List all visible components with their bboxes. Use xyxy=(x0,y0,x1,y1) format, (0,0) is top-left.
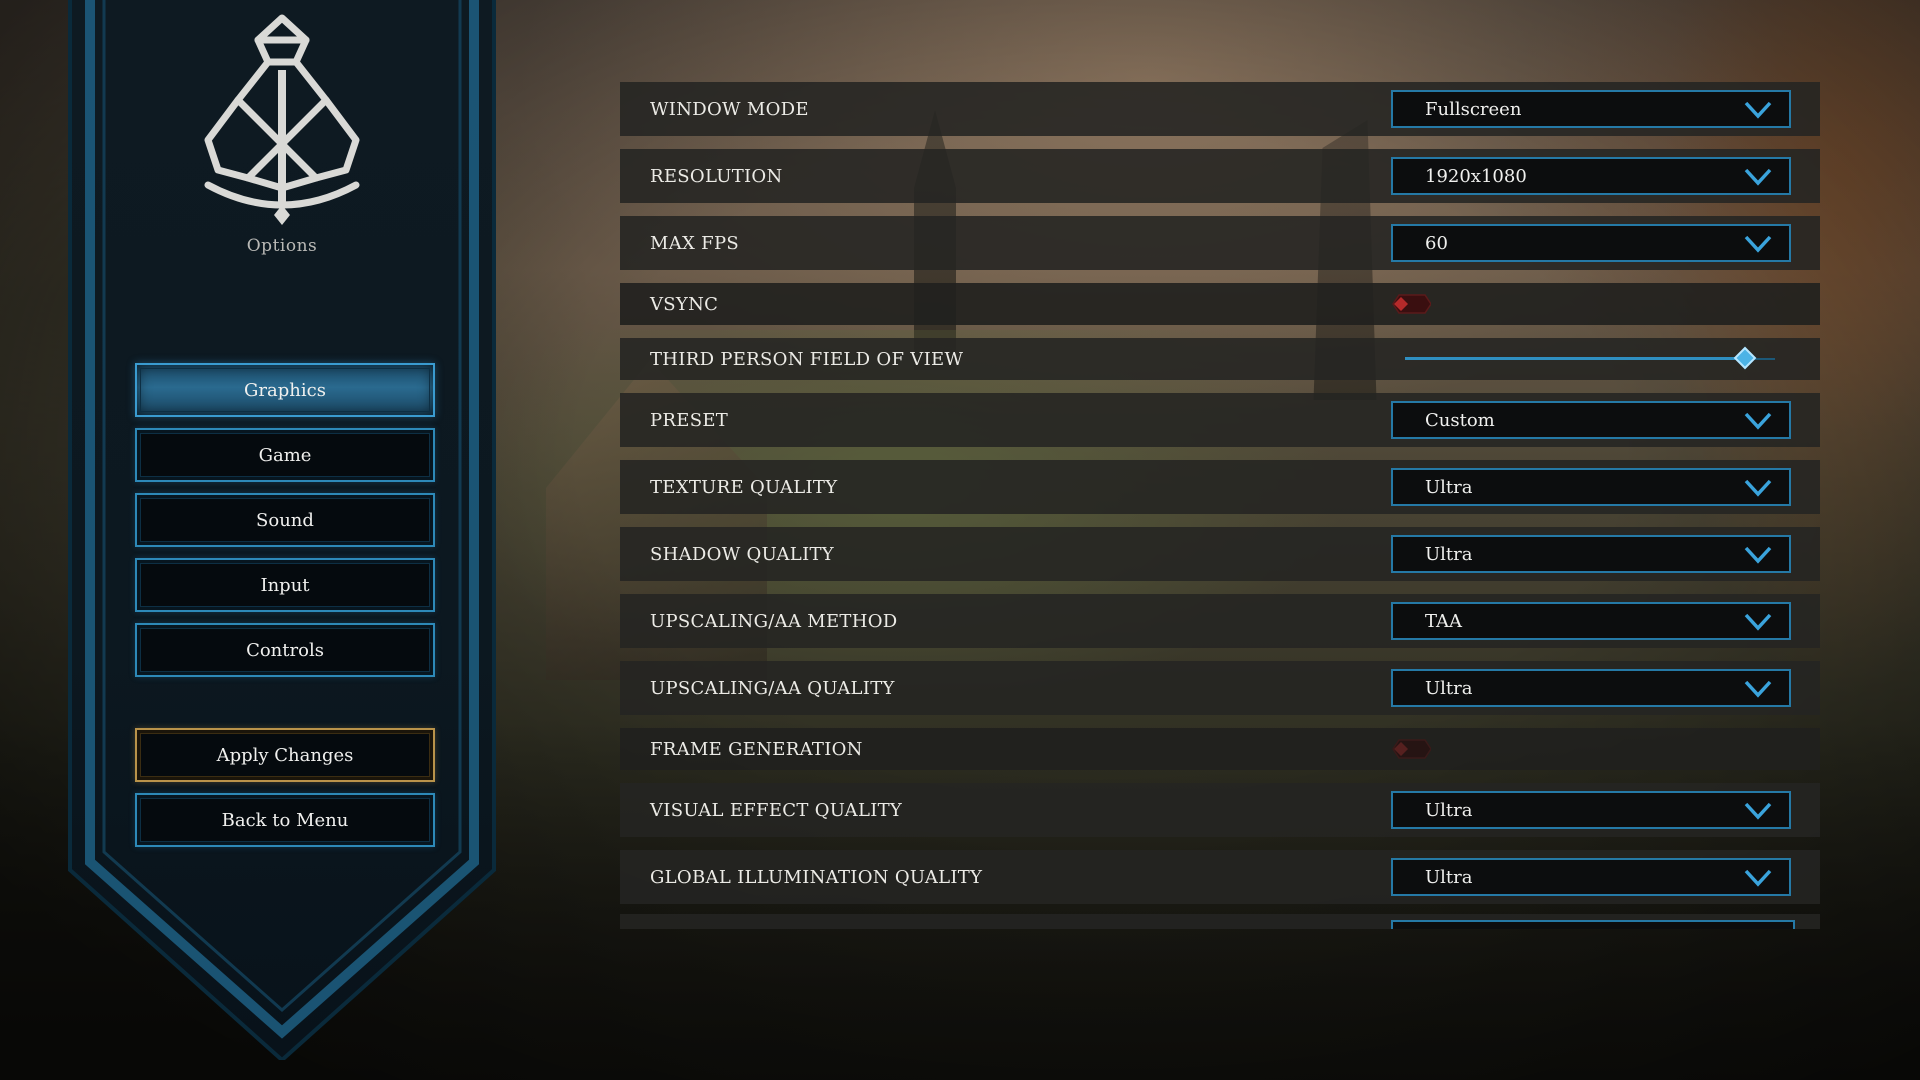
setting-label: MAX FPS xyxy=(650,232,739,254)
chevron-down-icon xyxy=(1744,168,1772,186)
back-to-menu-button[interactable]: Back to Menu xyxy=(135,793,435,847)
visual-effect-quality-dropdown[interactable]: Ultra xyxy=(1391,791,1791,829)
setting-row-texture-quality: TEXTURE QUALITY Ultra xyxy=(620,460,1820,514)
window-mode-dropdown[interactable]: Fullscreen xyxy=(1391,90,1791,128)
apply-changes-button[interactable]: Apply Changes xyxy=(135,728,435,782)
page-title: Options xyxy=(246,236,318,256)
tab-graphics[interactable]: Graphics xyxy=(135,363,435,417)
knot-sword-emblem-icon xyxy=(204,14,360,225)
chevron-down-icon xyxy=(1744,412,1772,430)
setting-label: UPSCALING/AA METHOD xyxy=(650,610,898,632)
fov-slider[interactable] xyxy=(1405,344,1775,374)
chevron-down-icon xyxy=(1744,235,1772,253)
dropdown-value: 1920x1080 xyxy=(1425,165,1527,187)
slider-thumb[interactable] xyxy=(1734,346,1757,370)
setting-row-resolution: RESOLUTION 1920x1080 xyxy=(620,149,1820,203)
chevron-down-icon xyxy=(1744,869,1772,887)
graphics-settings-panel: WINDOW MODE Fullscreen RESOLUTION 1920x1… xyxy=(620,82,1820,929)
setting-row-gi-quality: GLOBAL ILLUMINATION QUALITY Ultra xyxy=(620,850,1820,904)
partial-dropdown[interactable] xyxy=(1391,920,1795,929)
tab-controls[interactable]: Controls xyxy=(135,623,435,677)
aa-method-dropdown[interactable]: TAA xyxy=(1391,602,1791,640)
setting-label: GLOBAL ILLUMINATION QUALITY xyxy=(650,866,983,888)
resolution-dropdown[interactable]: 1920x1080 xyxy=(1391,157,1791,195)
setting-row-shadow-quality: SHADOW QUALITY Ultra xyxy=(620,527,1820,581)
slider-fill xyxy=(1405,357,1746,360)
setting-label: TEXTURE QUALITY xyxy=(650,476,838,498)
setting-row-visual-effect-quality: VISUAL EFFECT QUALITY Ultra xyxy=(620,783,1820,837)
setting-label: FRAME GENERATION xyxy=(650,738,863,760)
chevron-down-icon xyxy=(1744,101,1772,119)
preset-dropdown[interactable]: Custom xyxy=(1391,401,1791,439)
aa-quality-dropdown[interactable]: Ultra xyxy=(1391,669,1791,707)
texture-quality-dropdown[interactable]: Ultra xyxy=(1391,468,1791,506)
chevron-down-icon xyxy=(1744,479,1772,497)
shadow-quality-dropdown[interactable]: Ultra xyxy=(1391,535,1791,573)
chevron-down-icon xyxy=(1744,680,1772,698)
tab-game[interactable]: Game xyxy=(135,428,435,482)
tab-input[interactable]: Input xyxy=(135,558,435,612)
gi-quality-dropdown[interactable]: Ultra xyxy=(1391,858,1791,896)
tab-sound[interactable]: Sound xyxy=(135,493,435,547)
setting-label: RESOLUTION xyxy=(650,165,783,187)
dropdown-value: Ultra xyxy=(1425,799,1473,821)
frame-generation-toggle[interactable] xyxy=(1391,738,1431,760)
dropdown-value: Ultra xyxy=(1425,866,1473,888)
chevron-down-icon xyxy=(1744,613,1772,631)
dropdown-value: Ultra xyxy=(1425,543,1473,565)
setting-row-fov: THIRD PERSON FIELD OF VIEW xyxy=(620,338,1820,380)
dropdown-value: Custom xyxy=(1425,409,1495,431)
setting-row-frame-generation: FRAME GENERATION xyxy=(620,728,1820,770)
setting-label: PRESET xyxy=(650,409,729,431)
setting-row-vsync: VSYNC xyxy=(620,283,1820,325)
dropdown-value: Fullscreen xyxy=(1425,98,1522,120)
dropdown-value: TAA xyxy=(1425,610,1463,632)
chevron-down-icon xyxy=(1744,802,1772,820)
setting-row-preset: PRESET Custom xyxy=(620,393,1820,447)
setting-label: VSYNC xyxy=(650,293,719,315)
setting-row-partial xyxy=(620,914,1820,929)
setting-row-aa-method: UPSCALING/AA METHOD TAA xyxy=(620,594,1820,648)
vsync-toggle[interactable] xyxy=(1391,293,1431,315)
setting-label: VISUAL EFFECT QUALITY xyxy=(650,799,903,821)
setting-row-aa-quality: UPSCALING/AA QUALITY Ultra xyxy=(620,661,1820,715)
setting-row-window-mode: WINDOW MODE Fullscreen xyxy=(620,82,1820,136)
options-banner: Options Graphics Game Sound Input Contro… xyxy=(68,0,496,1060)
max-fps-dropdown[interactable]: 60 xyxy=(1391,224,1791,262)
setting-label: THIRD PERSON FIELD OF VIEW xyxy=(650,348,964,370)
dropdown-value: 60 xyxy=(1425,232,1448,254)
setting-label: UPSCALING/AA QUALITY xyxy=(650,677,895,699)
setting-label: WINDOW MODE xyxy=(650,98,809,120)
dropdown-value: Ultra xyxy=(1425,476,1473,498)
dropdown-value: Ultra xyxy=(1425,677,1473,699)
chevron-down-icon xyxy=(1744,546,1772,564)
setting-row-max-fps: MAX FPS 60 xyxy=(620,216,1820,270)
setting-label: SHADOW QUALITY xyxy=(650,543,834,565)
